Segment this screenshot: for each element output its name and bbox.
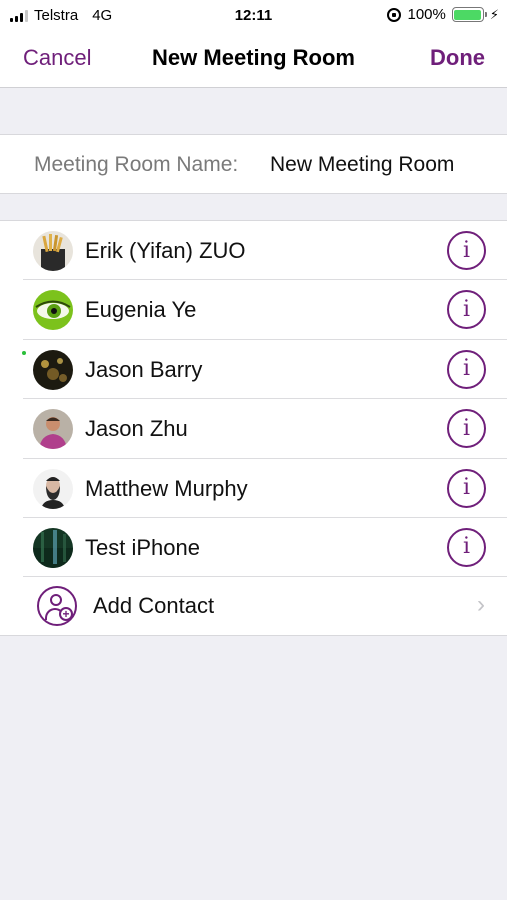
- contact-name: Jason Barry: [85, 356, 203, 382]
- contact-row[interactable]: Eugenia Ye i: [0, 280, 507, 341]
- add-contact-icon: +: [37, 586, 77, 627]
- info-icon: i: [462, 296, 471, 322]
- rotation-lock-icon: [387, 7, 402, 22]
- avatar: [33, 290, 73, 331]
- info-button[interactable]: i: [447, 527, 486, 567]
- info-button[interactable]: i: [447, 231, 486, 270]
- add-contact-row[interactable]: + Add Contact ›: [0, 577, 507, 635]
- info-icon: i: [462, 415, 471, 441]
- info-button[interactable]: i: [447, 290, 486, 330]
- add-contact-label: Add Contact: [93, 593, 215, 619]
- info-icon: i: [462, 356, 471, 382]
- contact-name: Erik (Yifan) ZUO: [85, 238, 246, 263]
- contact-list: Erik (Yifan) ZUO i Eugenia Ye i Jason Ba…: [0, 220, 507, 637]
- avatar: [33, 527, 73, 568]
- contact-name: Matthew Murphy: [85, 475, 248, 501]
- contact-name: Jason Zhu: [85, 416, 188, 442]
- info-icon: i: [462, 237, 471, 263]
- nav-bar: Cancel New Meeting Room Done: [0, 32, 507, 88]
- battery-percent: 100%: [407, 6, 446, 23]
- charging-icon: ⚡: [489, 6, 499, 22]
- contact-row[interactable]: Matthew Murphy i: [0, 459, 507, 519]
- info-button[interactable]: i: [447, 349, 486, 389]
- status-right: 100% ⚡: [387, 6, 499, 23]
- contact-row[interactable]: Erik (Yifan) ZUO i: [0, 221, 507, 281]
- contact-name: Eugenia Ye: [85, 297, 197, 323]
- contact-name: Test iPhone: [85, 534, 200, 560]
- avatar: [33, 349, 73, 390]
- contact-row[interactable]: Test iPhone i: [0, 518, 507, 578]
- avatar: [33, 231, 73, 271]
- status-bar: Telstra 4G 12:11 100% ⚡: [0, 0, 507, 32]
- meeting-room-name-label: Meeting Room Name:: [34, 153, 239, 176]
- chevron-right-icon: ›: [477, 591, 485, 619]
- avatar: [33, 468, 73, 509]
- done-button[interactable]: Done: [430, 45, 485, 71]
- contact-row[interactable]: Jason Barry i: [0, 340, 507, 400]
- presence-indicator: [22, 350, 26, 355]
- battery-icon: [451, 7, 487, 22]
- meeting-room-name-field[interactable]: New Meeting Room: [270, 153, 454, 177]
- meeting-room-name-row[interactable]: Meeting Room Name: New Meeting Room: [0, 134, 507, 194]
- avatar: [33, 409, 73, 450]
- contact-row[interactable]: Jason Zhu i: [0, 399, 507, 459]
- info-button[interactable]: i: [447, 468, 486, 508]
- info-icon: i: [462, 534, 471, 560]
- info-button[interactable]: i: [447, 409, 486, 449]
- info-icon: i: [462, 475, 471, 501]
